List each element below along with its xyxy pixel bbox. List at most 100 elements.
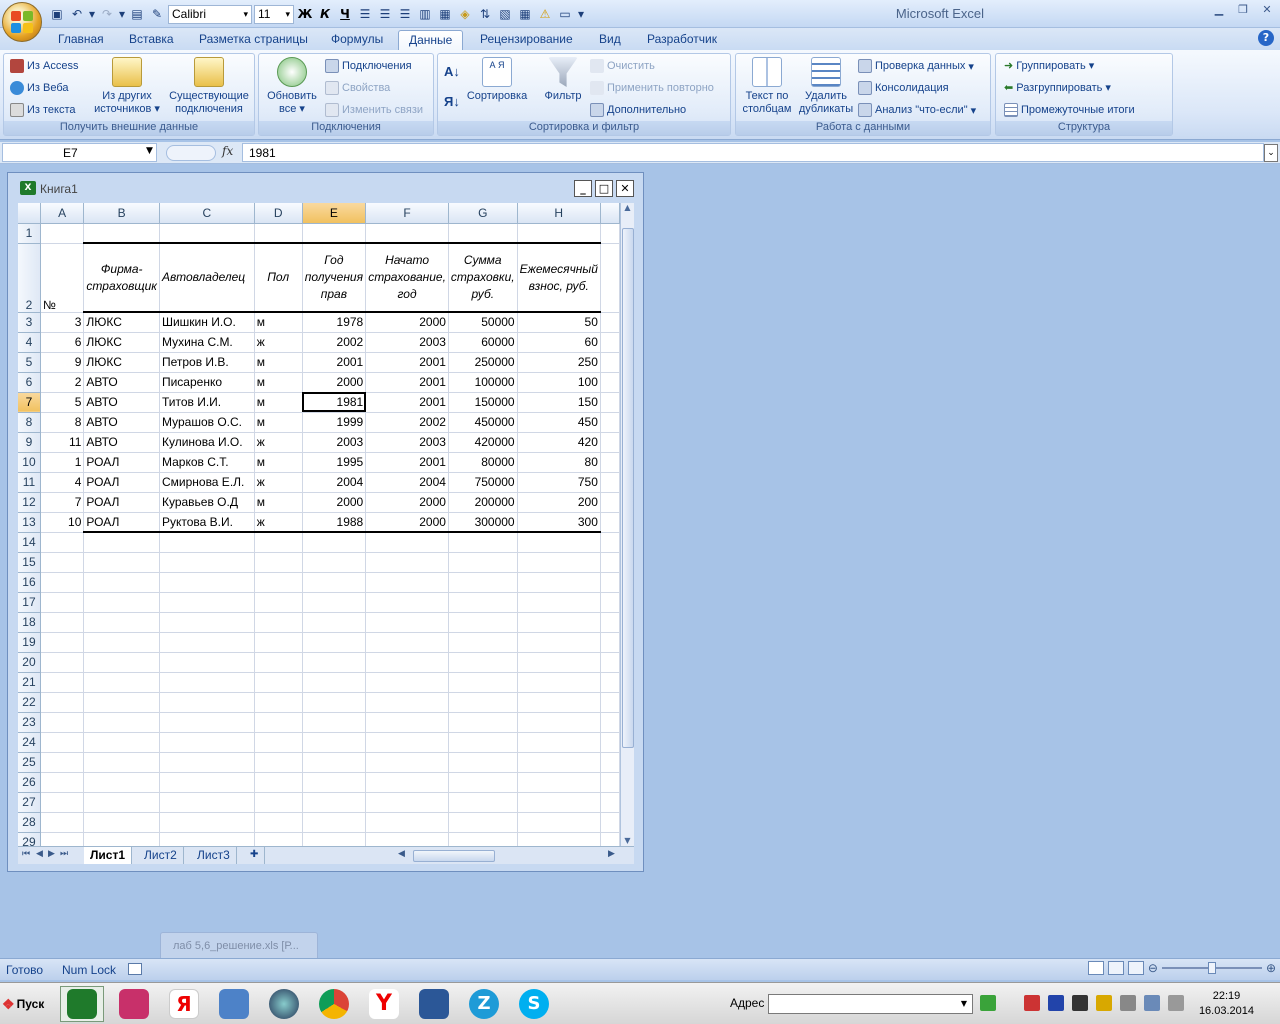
cell[interactable]: м [254,452,303,473]
cell[interactable] [40,752,85,773]
font-name-box[interactable]: Calibri ▾ [168,4,252,24]
cell[interactable] [254,672,303,693]
cell[interactable] [600,712,620,733]
row-header[interactable]: 12 [18,492,41,513]
formula-divider-handle[interactable] [166,145,216,161]
tab-developer[interactable]: Разработчик [637,30,727,50]
from-web-button[interactable]: Из Веба [10,81,69,95]
edit-links-button[interactable]: Изменить связи [325,103,423,117]
from-access-button[interactable]: Из Access [10,59,78,73]
cell[interactable] [600,412,620,433]
cell[interactable] [448,652,518,673]
cell[interactable]: ж [254,472,303,493]
chrome-taskbar-icon[interactable] [312,986,356,1022]
italic-button[interactable]: К [316,5,334,23]
cell[interactable] [40,712,85,733]
cell[interactable]: м [254,372,303,393]
cell[interactable] [600,672,620,693]
cell[interactable]: м [254,412,303,433]
consolidate-button[interactable]: Консолидация [858,81,949,95]
cell[interactable] [159,832,255,846]
cell[interactable]: 60 [517,332,601,353]
cell[interactable]: 2004 [302,472,367,493]
cell[interactable]: м [254,392,303,413]
cell[interactable]: 1999 [302,412,367,433]
cell[interactable] [517,223,601,244]
cell[interactable] [600,512,620,533]
cell[interactable]: 1978 [302,312,367,333]
cell[interactable] [159,532,255,553]
cell[interactable] [83,632,160,653]
header-cell-company[interactable]: Фирма-страховщик [83,242,160,313]
cell[interactable]: Титов И.И. [159,392,255,413]
cell[interactable] [302,632,367,653]
cell[interactable] [83,772,160,793]
cell[interactable] [517,772,601,793]
cell[interactable] [40,532,85,553]
vertical-scroll-thumb[interactable] [622,228,634,748]
cell[interactable] [159,632,255,653]
cell[interactable]: м [254,352,303,373]
cell[interactable] [254,552,303,573]
column-header[interactable]: B [83,203,160,224]
warning-icon[interactable]: ⚠ [536,5,554,23]
header-cell-monthly[interactable]: Ежемесячный взнос, руб. [517,242,601,313]
row-header[interactable]: 20 [18,652,41,673]
redo-icon[interactable]: ↷ [98,5,116,23]
cell[interactable] [517,572,601,593]
cell[interactable] [254,652,303,673]
properties-button[interactable]: Свойства [325,81,390,95]
spreadsheet-grid[interactable]: A B C D E F G H 1 2 № Фирма-страховщик А… [18,203,620,846]
sort-icon[interactable]: ⇅ [476,5,494,23]
cell[interactable]: Марков С.Т. [159,452,255,473]
name-box-dropdown-icon[interactable]: ▼ [146,146,153,156]
cell[interactable]: ж [254,432,303,453]
cell[interactable] [517,812,601,833]
cell[interactable]: 200000 [448,492,518,513]
tab-view[interactable]: Вид [589,30,631,50]
cell[interactable] [83,652,160,673]
tab-formulas[interactable]: Формулы [321,30,393,50]
normal-view-icon[interactable] [1087,961,1104,975]
cell[interactable] [600,243,620,313]
cell[interactable] [517,532,601,553]
reapply-button[interactable]: Применить повторно [590,81,714,95]
cell[interactable] [600,332,620,353]
print-preview-icon[interactable]: ▤ [128,5,146,23]
cell[interactable] [517,672,601,693]
save-icon[interactable]: ▣ [48,5,66,23]
row-header[interactable]: 15 [18,552,41,573]
cell[interactable] [83,612,160,633]
existing-connections-button[interactable]: Существующие подключения [166,57,252,116]
merge-cells-icon[interactable]: ▥ [416,5,434,23]
cell[interactable] [254,752,303,773]
cell[interactable] [302,832,367,846]
cell[interactable]: 200 [517,492,601,513]
tray-monitor-icon[interactable] [1144,995,1160,1011]
cell[interactable] [40,612,85,633]
cell[interactable] [159,692,255,713]
cell[interactable]: 7 [40,492,85,513]
cell[interactable] [365,552,449,573]
macro-record-icon[interactable] [128,963,142,975]
cell[interactable] [365,792,449,813]
cell[interactable] [159,752,255,773]
cell[interactable] [302,732,367,753]
cell[interactable] [254,592,303,613]
cell[interactable] [83,792,160,813]
cell[interactable] [448,632,518,653]
zoom-out-icon[interactable]: ⊖ [1148,961,1158,975]
cell[interactable] [600,612,620,633]
cell[interactable] [365,772,449,793]
cell[interactable]: 2001 [365,352,449,373]
cell[interactable] [448,832,518,846]
zoom-slider[interactable] [1161,962,1262,974]
cell[interactable] [365,632,449,653]
cell[interactable] [600,432,620,453]
cell[interactable] [517,732,601,753]
insert-sheet-icon[interactable]: ✚ [244,847,266,864]
cell[interactable] [448,572,518,593]
cell[interactable] [83,712,160,733]
cell[interactable] [159,732,255,753]
cell[interactable] [517,592,601,613]
